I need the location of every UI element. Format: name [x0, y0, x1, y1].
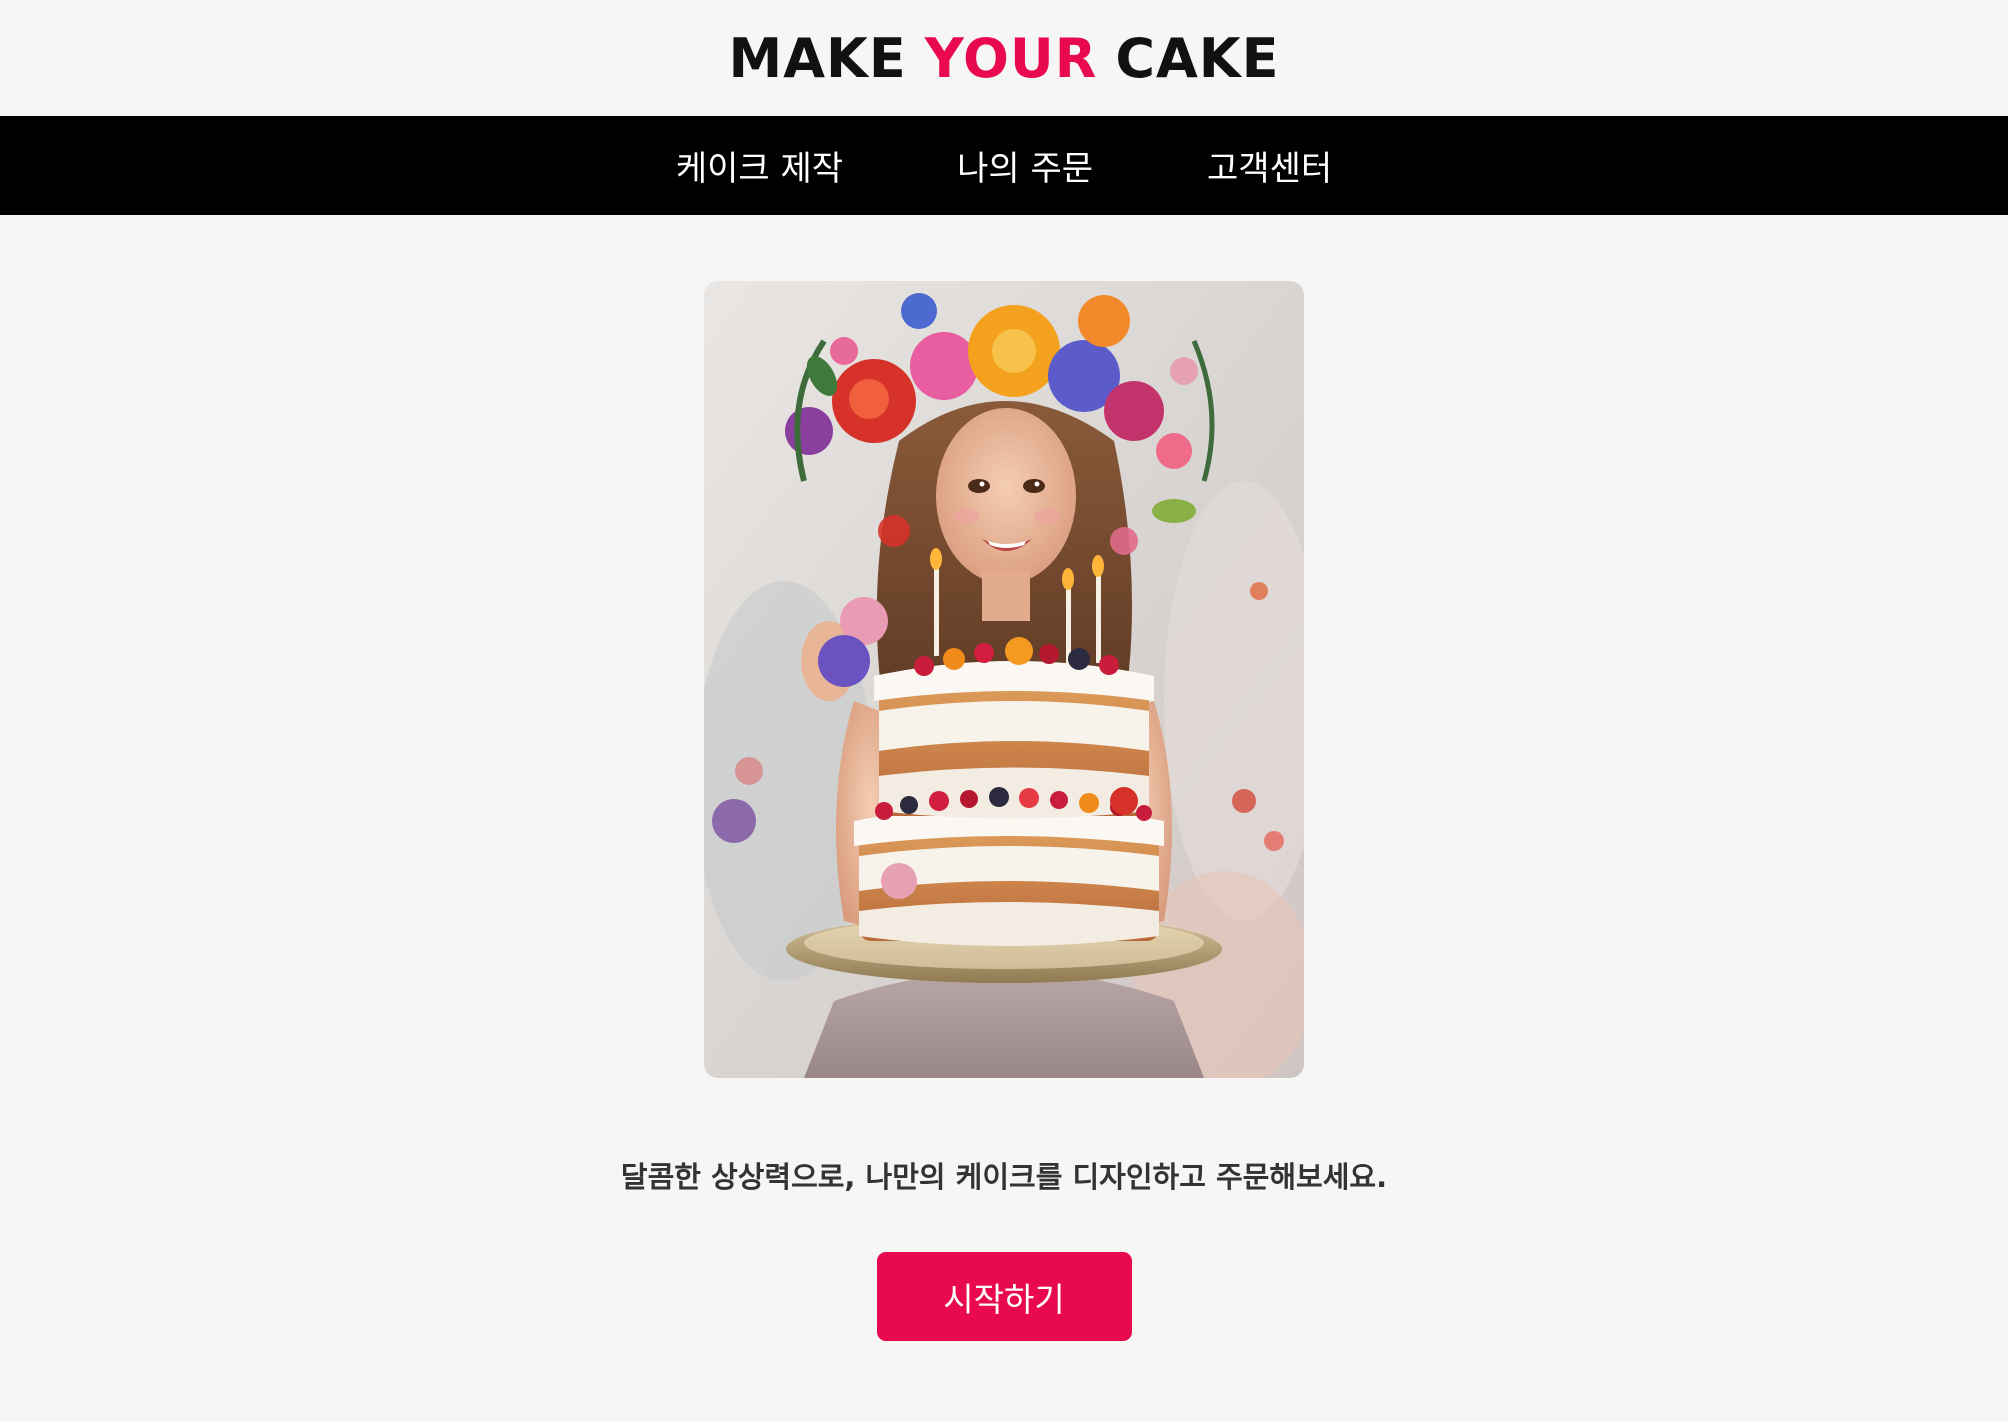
logo-word-cake: CAKE — [1115, 26, 1280, 90]
logo-word-your: YOUR — [924, 26, 1098, 90]
nav-item-cake-making[interactable]: 케이크 제작 — [676, 141, 843, 190]
main-nav: 케이크 제작 나의 주문 고객센터 — [0, 116, 2008, 215]
hero-image — [704, 281, 1304, 1078]
site-logo[interactable]: MAKE YOUR CAKE — [729, 27, 1280, 90]
site-header: MAKE YOUR CAKE — [0, 0, 2008, 116]
nav-item-my-orders[interactable]: 나의 주문 — [957, 141, 1093, 190]
cake-girl-illustration — [704, 281, 1304, 1078]
start-button[interactable]: 시작하기 — [876, 1252, 1132, 1341]
main-content: 달콤한 상상력으로, 나만의 케이크를 디자인하고 주문해보세요. 시작하기 — [0, 215, 2008, 1341]
logo-word-make: MAKE — [728, 26, 907, 90]
nav-item-customer-center[interactable]: 고객센터 — [1207, 141, 1332, 190]
tagline-text: 달콤한 상상력으로, 나만의 케이크를 디자인하고 주문해보세요. — [620, 1160, 1388, 1194]
